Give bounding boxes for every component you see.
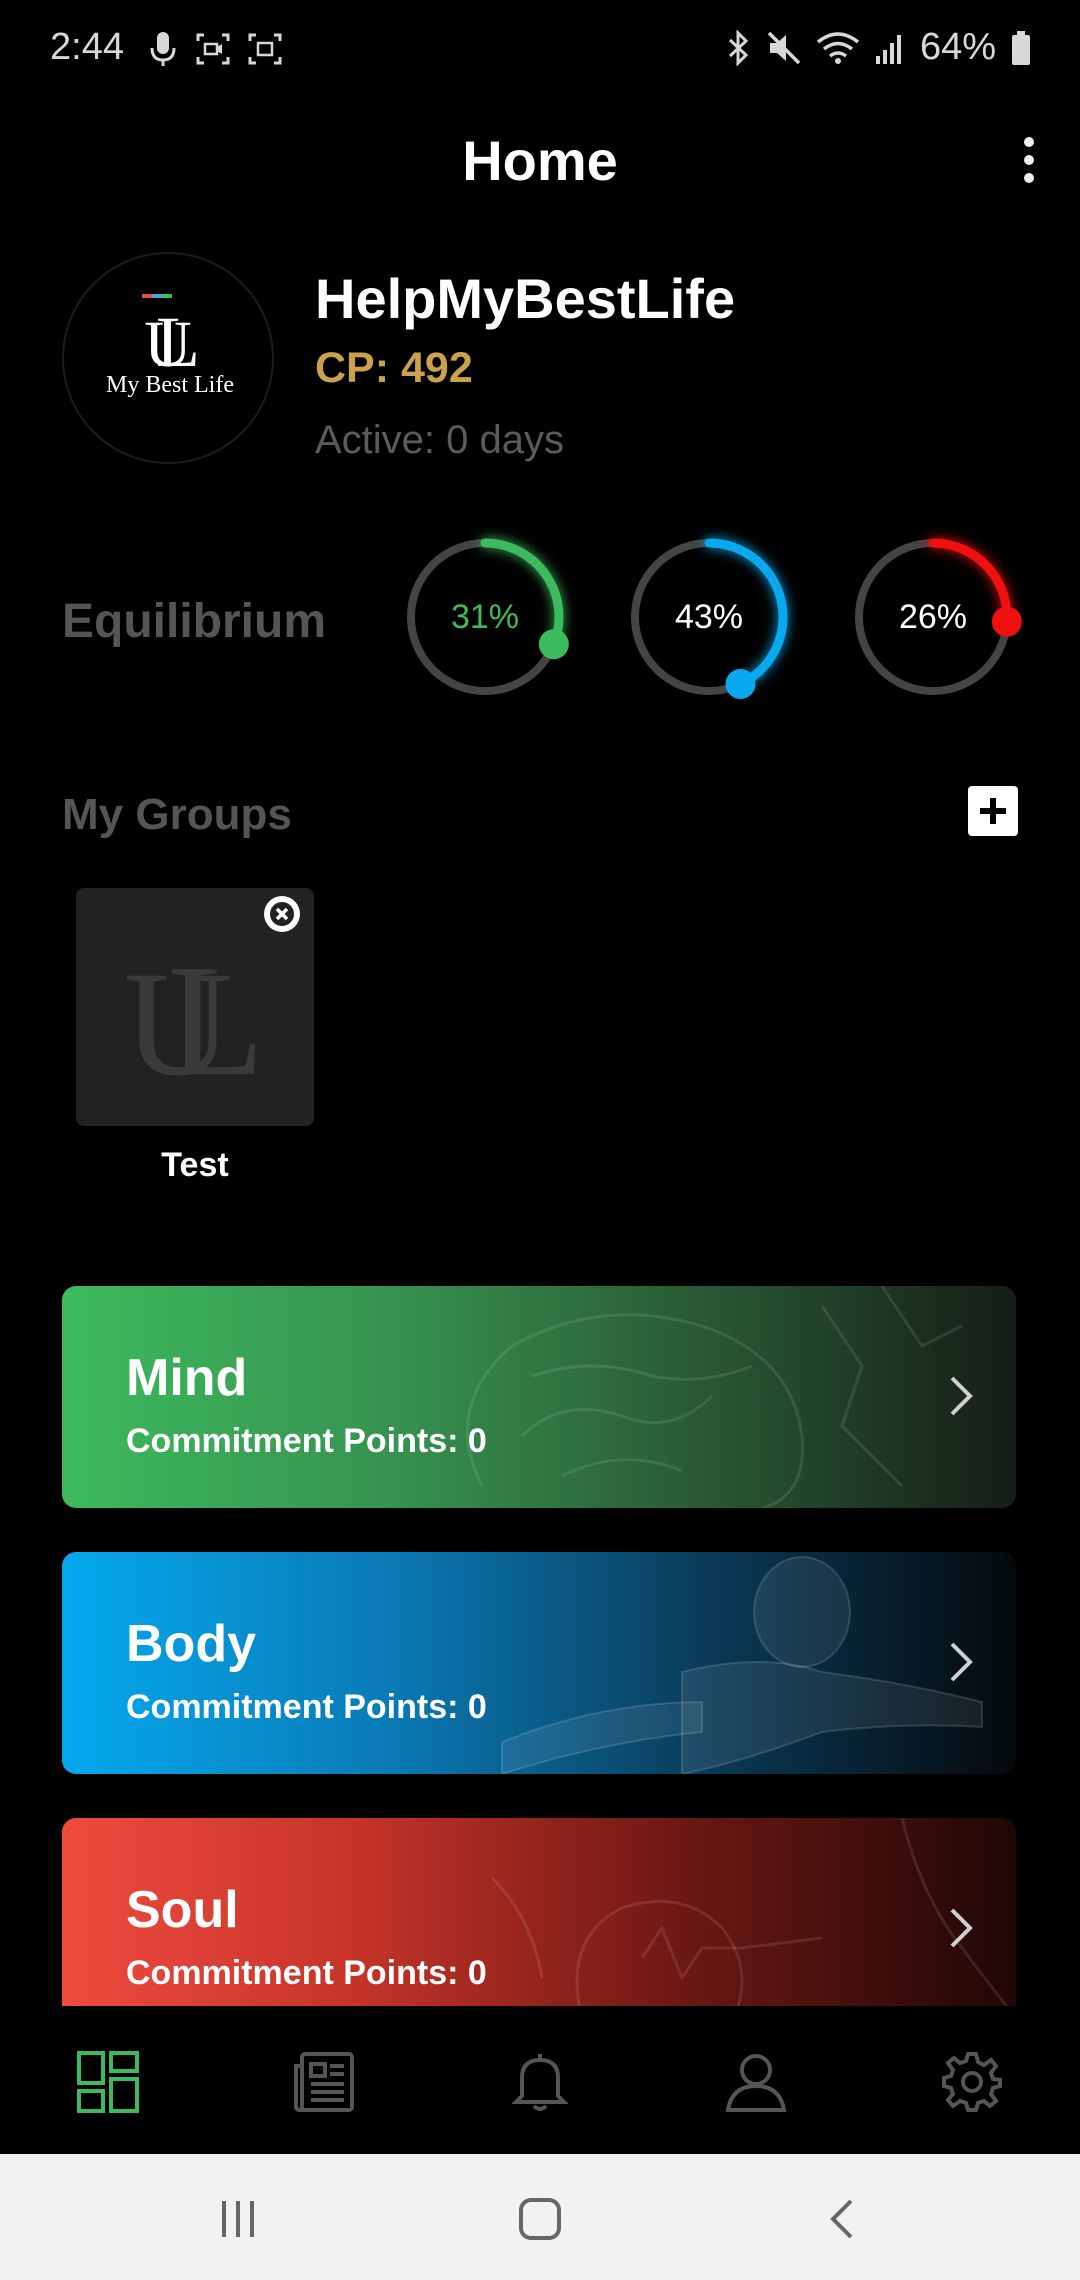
- soul-points: Commitment Points: 0: [126, 1954, 487, 1992]
- screen-record-icon: [196, 33, 230, 65]
- nav-profile[interactable]: [722, 2048, 790, 2116]
- back-icon: [830, 2199, 853, 2239]
- body-title: Body: [126, 1615, 256, 1673]
- bottom-nav: [0, 2006, 1080, 2154]
- home-icon: [519, 2198, 561, 2240]
- svg-text:L: L: [156, 302, 200, 382]
- body-points: Commitment Points: 0: [126, 1688, 487, 1726]
- body-gauge: 43%: [624, 532, 794, 702]
- chevron-right-icon: [950, 1642, 973, 1682]
- mute-icon: [767, 31, 801, 64]
- nav-settings[interactable]: [938, 2048, 1006, 2116]
- dashboard-icon: [77, 2051, 139, 2113]
- more-vertical-icon[interactable]: [1004, 130, 1054, 190]
- avatar-brand-text: My Best Life: [106, 372, 234, 398]
- news-icon: [294, 2052, 354, 2112]
- body-gauge-value: 43%: [674, 597, 744, 636]
- bell-icon: [511, 2054, 569, 2111]
- mind-points: Commitment Points: 0: [126, 1422, 487, 1460]
- soul-gauge: 26%: [848, 532, 1022, 702]
- recents-icon: [222, 2201, 254, 2237]
- plus-icon: [980, 798, 1006, 824]
- system-nav-bar: [0, 2154, 1080, 2280]
- profile-active: Active: 0 days: [315, 418, 565, 462]
- screen-capture-icon: [248, 33, 282, 65]
- recents-button[interactable]: [208, 2194, 268, 2244]
- remove-group-button[interactable]: [264, 896, 300, 932]
- soul-title: Soul: [126, 1881, 239, 1939]
- mind-gauge: 31%: [400, 532, 570, 702]
- home-button[interactable]: [510, 2194, 570, 2244]
- add-group-button[interactable]: [968, 786, 1018, 836]
- profile-icon: [725, 2054, 787, 2112]
- body-card[interactable]: Body Commitment Points: 0: [62, 1552, 1016, 1774]
- nav-dashboard[interactable]: [74, 2048, 142, 2116]
- nav-notifications[interactable]: [506, 2048, 574, 2116]
- close-icon: [266, 898, 298, 930]
- mind-title: Mind: [126, 1349, 248, 1407]
- home-screen: 2:44 64% Home U L My Best Life HelpMyBes…: [0, 0, 1080, 2280]
- my-best-life-logo: U L: [142, 294, 200, 382]
- equilibrium-label: Equilibrium: [62, 595, 326, 648]
- bluetooth-icon: [728, 29, 749, 66]
- page-title: Home: [462, 129, 618, 192]
- my-groups-label: My Groups: [62, 790, 292, 839]
- svg-text:L: L: [167, 931, 265, 1109]
- battery-text: 64%: [919, 26, 996, 68]
- soul-card[interactable]: Soul Commitment Points: 0: [62, 1818, 1016, 2006]
- nav-news[interactable]: [290, 2048, 358, 2116]
- status-left-icons: [148, 30, 282, 68]
- status-time: 2:44: [50, 26, 124, 68]
- chevron-right-icon: [950, 1376, 973, 1416]
- gear-icon: [942, 2052, 1002, 2112]
- chevron-right-icon: [950, 1908, 973, 1948]
- signal-icon: [875, 34, 901, 64]
- soul-gauge-value: 26%: [898, 597, 968, 636]
- avatar[interactable]: U L My Best Life: [62, 252, 274, 464]
- battery-icon: [1012, 30, 1030, 65]
- status-bar: 2:44 64%: [0, 0, 1080, 104]
- profile-cp: CP: 492: [315, 344, 473, 392]
- profile-name: HelpMyBestLife: [315, 267, 736, 330]
- mind-gauge-value: 31%: [450, 597, 520, 636]
- status-right: 64%: [726, 26, 1032, 69]
- mind-card[interactable]: Mind Commitment Points: 0: [62, 1286, 1016, 1508]
- mic-icon: [150, 32, 176, 66]
- back-button[interactable]: [812, 2194, 872, 2244]
- wifi-icon: [816, 31, 860, 64]
- group-name: Test: [161, 1146, 229, 1184]
